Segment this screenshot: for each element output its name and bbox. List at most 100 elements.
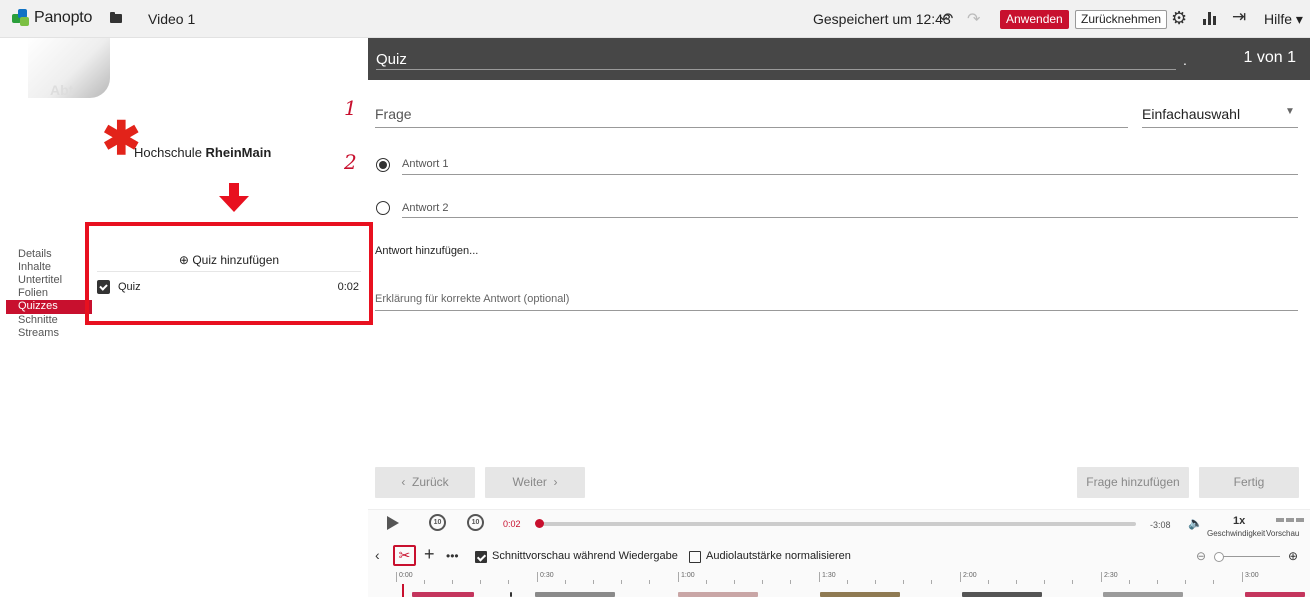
ruler-tick-label: 0:30	[537, 572, 554, 582]
ruler-tick	[1072, 580, 1073, 584]
chevron-left-icon[interactable]: ‹	[375, 547, 380, 563]
ruler-tick-label: 3:00	[1242, 572, 1259, 582]
sidebar-item-details[interactable]: Details	[6, 248, 92, 261]
quiz-list-item[interactable]: Quiz 0:02	[97, 278, 359, 296]
ruler-tick	[1213, 580, 1214, 584]
ruler-tick	[424, 580, 425, 584]
next-button[interactable]: Weiter ›	[485, 467, 585, 498]
video-title: Video 1	[148, 11, 196, 27]
skip-back-icon[interactable]: 10	[429, 514, 446, 531]
normalize-audio-checkbox[interactable]	[689, 551, 701, 563]
answer-1-input[interactable]: Antwort 1	[402, 158, 448, 170]
ruler-tick	[565, 580, 566, 584]
question-underline	[375, 127, 1128, 128]
skip-forward-icon[interactable]: 10	[467, 514, 484, 531]
step-number-1: 1	[344, 96, 357, 120]
sidebar-item-quizzes[interactable]: Quizzes	[6, 300, 92, 314]
seek-bar[interactable]	[538, 522, 1136, 526]
ruler-tick	[480, 580, 481, 584]
ruler-tick	[1044, 580, 1045, 584]
revert-button[interactable]: Zurücknehmen	[1075, 10, 1168, 29]
zoom-handle[interactable]	[1214, 552, 1224, 562]
ruler-tick-label: 0:00	[396, 572, 413, 582]
ruler-tick	[706, 580, 707, 584]
preview-cut-checkbox[interactable]	[475, 551, 487, 563]
gear-icon[interactable]: ⚙	[1171, 8, 1187, 29]
done-button[interactable]: Fertig	[1199, 467, 1299, 498]
explanation-input[interactable]: Erklärung für korrekte Antwort (optional…	[375, 293, 569, 305]
speed-button[interactable]: 1x	[1233, 515, 1245, 527]
add-question-button[interactable]: Frage hinzufügen	[1077, 467, 1189, 498]
institution-bold: RheinMain	[205, 145, 272, 160]
sidebar-item-inhalte[interactable]: Inhalte	[6, 261, 92, 274]
back-button[interactable]: ‹ Zurück	[375, 467, 475, 498]
ruler-tick	[1185, 580, 1186, 584]
sidebar-item-untertitel[interactable]: Untertitel	[6, 274, 92, 287]
sidebar-item-schnitte[interactable]: Schnitte	[6, 314, 92, 327]
preview-grid-icon[interactable]	[1276, 518, 1304, 522]
sidebar-item-folien[interactable]: Folien	[6, 287, 92, 300]
ruler-tick	[452, 580, 453, 584]
zoom-out-icon[interactable]: ⊖	[1196, 549, 1206, 563]
ruler-tick	[593, 580, 594, 584]
seek-handle[interactable]	[535, 519, 544, 528]
filmstrip-frame	[1245, 592, 1305, 597]
add-quiz-button[interactable]: ⊕ Quiz hinzufügen	[89, 253, 369, 267]
help-label: Hilfe	[1264, 11, 1293, 27]
scissors-icon[interactable]: ✂	[393, 545, 416, 566]
institution-name: Hochschule RheinMain	[134, 145, 271, 160]
ruler-tick	[508, 580, 509, 584]
plus-icon[interactable]: +	[424, 544, 435, 565]
add-answer-link[interactable]: Antwort hinzufügen...	[375, 245, 478, 257]
filmstrip-frame	[535, 592, 615, 597]
answer-2-radio[interactable]	[376, 201, 390, 215]
volume-icon[interactable]: 🔈	[1188, 516, 1203, 530]
chevron-down-icon[interactable]: ▼	[1285, 106, 1295, 117]
cut-marker	[510, 592, 512, 597]
clipboard-check-icon	[97, 280, 110, 294]
redo-icon[interactable]: ↷	[967, 9, 980, 29]
ruler-tick	[1157, 580, 1158, 584]
ruler-tick-label: 2:00	[960, 572, 977, 582]
quiz-item-label: Quiz	[118, 281, 141, 293]
ruler-tick	[649, 580, 650, 584]
sidebar-item-streams[interactable]: Streams	[6, 327, 92, 340]
answer-1-radio[interactable]	[376, 158, 390, 172]
ruler-tick-label: 2:30	[1101, 572, 1118, 582]
stats-icon[interactable]	[1203, 11, 1216, 25]
ruler-tick	[847, 580, 848, 584]
filmstrip-frame	[962, 592, 1042, 597]
help-menu[interactable]: Hilfe ▾	[1264, 11, 1303, 28]
timeline-playhead[interactable]	[402, 584, 404, 597]
ruler-tick	[931, 580, 932, 584]
filmstrip-frame	[820, 592, 900, 597]
undo-icon[interactable]: ↶	[940, 9, 953, 29]
answer-2-input[interactable]: Antwort 2	[402, 202, 448, 214]
add-circle-icon: ⊕	[178, 253, 189, 267]
zoom-in-icon[interactable]: ⊕	[1288, 549, 1298, 563]
play-icon[interactable]	[387, 516, 399, 530]
thumbnail-text: Abt	[50, 82, 74, 98]
question-type-select[interactable]: Einfachauswahl	[1142, 106, 1240, 122]
quiz-list-panel: ⊕ Quiz hinzufügen Quiz 0:02	[85, 222, 373, 325]
quiz-title-input[interactable]: Quiz	[376, 51, 407, 68]
title-dot: .	[1183, 52, 1187, 68]
answer-2-underline	[402, 217, 1298, 218]
panopto-logo[interactable]: Panopto	[12, 9, 92, 27]
ruler-tick	[875, 580, 876, 584]
quiz-editor-header: Quiz . 1 von 1	[368, 38, 1310, 80]
preview-label: Vorschau	[1266, 529, 1300, 538]
quiz-item-time: 0:02	[337, 281, 359, 293]
ruler-tick	[1016, 580, 1017, 584]
exit-icon[interactable]: ⇥	[1232, 7, 1246, 27]
apply-button[interactable]: Anwenden	[1000, 10, 1069, 29]
divider	[97, 271, 361, 272]
zoom-slider[interactable]	[1218, 556, 1280, 557]
step-number-2: 2	[344, 150, 357, 174]
saved-status: Gespeichert um 12:43	[813, 11, 951, 27]
more-icon[interactable]: •••	[446, 549, 459, 563]
folder-icon[interactable]	[110, 12, 122, 23]
ruler-tick	[734, 580, 735, 584]
quiz-counter: 1 von 1	[1243, 49, 1296, 66]
question-input[interactable]: Frage	[375, 106, 412, 122]
